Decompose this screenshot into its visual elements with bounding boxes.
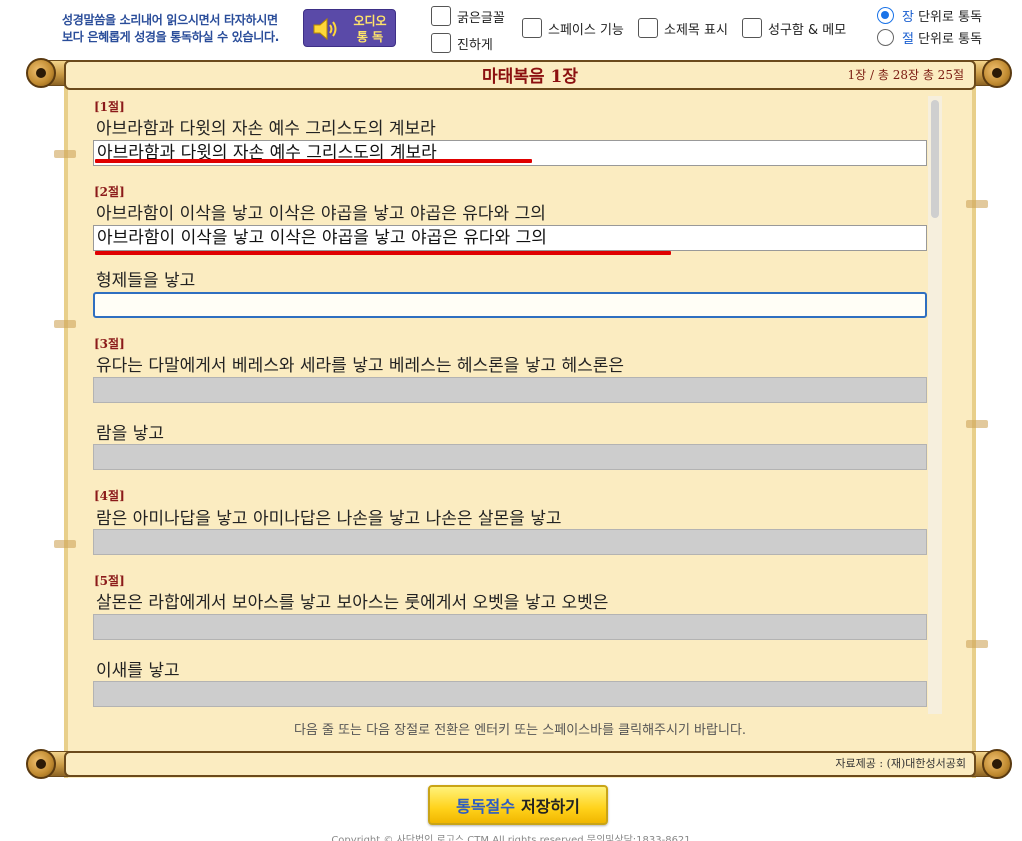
chapter-title: 마태복음 1장 xyxy=(482,67,578,87)
verse-list-scrollbar[interactable] xyxy=(928,96,942,714)
verse-number: [1절] xyxy=(94,100,125,114)
typing-input-locked xyxy=(93,444,927,470)
darker-label: 진하게 xyxy=(457,37,493,53)
verse-number: [4절] xyxy=(94,489,125,503)
paper-edge-decoration xyxy=(54,540,76,548)
typing-input-locked xyxy=(93,377,927,403)
chapter-mode-key: 장 xyxy=(902,10,914,25)
save-label-verses: 통독절수 xyxy=(456,797,515,816)
promo-line-1: 성경말씀을 소리내어 읽으시면서 타자하시면 xyxy=(62,13,278,27)
verse-number: [3절] xyxy=(94,337,125,351)
typing-input-active[interactable] xyxy=(93,292,927,318)
scroll-knob-bottom-left xyxy=(26,749,56,779)
verse-mode-radio[interactable] xyxy=(877,29,894,46)
verse-list: [1절] 아브라함과 다윗의 자손 예수 그리스도의 계보라 아브라함과 다윗의… xyxy=(92,96,932,714)
typing-input-locked xyxy=(93,614,927,640)
source-credit: 자료제공 : (재)대한성서공회 xyxy=(835,757,966,770)
verse-number: [2절] xyxy=(94,185,125,199)
chapter-progress-info: 1장 / 총 28장 총 25절 xyxy=(847,68,965,82)
completed-underline xyxy=(95,251,671,255)
speaker-icon xyxy=(313,17,337,41)
darker-option[interactable]: 진하게 xyxy=(431,33,493,53)
copyright-text: Copyright © 사단법인 로고스 CTM All rights rese… xyxy=(331,835,691,841)
subtitle-checkbox[interactable] xyxy=(638,18,658,38)
bold-font-option[interactable]: 굵은글꼴 xyxy=(431,6,505,26)
memo-label: 성구함 & 메모 xyxy=(768,22,847,38)
save-progress-button[interactable]: 통독절수 저장하기 xyxy=(428,785,608,825)
chapter-mode-option[interactable]: 장 단위로 통독 xyxy=(877,6,982,25)
paper-edge-decoration xyxy=(966,640,988,648)
subtitle-option[interactable]: 소제목 표시 xyxy=(638,18,728,38)
navigation-hint: 다음 줄 또는 다음 장절로 전환은 엔터키 또는 스페이스바를 클릭해주시기 … xyxy=(293,723,747,738)
typing-input-done[interactable]: 아브라함이 이삭을 낳고 이삭은 야곱을 낳고 야곱은 유다와 그의 xyxy=(93,225,927,251)
scroll-knob-top-right xyxy=(982,58,1012,88)
verse-source-line: 람을 낳고 xyxy=(96,424,164,444)
verse-mode-option[interactable]: 절 단위로 통독 xyxy=(877,28,982,47)
chapter-mode-radio[interactable] xyxy=(877,7,894,24)
audio-label-top: 오디오 xyxy=(353,14,387,28)
verse-source-line: 이새를 낳고 xyxy=(96,661,180,681)
promo-line-2: 보다 은혜롭게 성경을 통독하실 수 있습니다. xyxy=(62,30,279,44)
reading-promo-text: 성경말씀을 소리내어 읽으시면서 타자하시면 보다 은혜롭게 성경을 통독하실 … xyxy=(62,12,279,46)
bold-font-label: 굵은글꼴 xyxy=(457,10,505,26)
scroll-knob-top-left xyxy=(26,58,56,88)
memo-option[interactable]: 성구함 & 메모 xyxy=(742,18,846,38)
verse-source-line: 아브라함과 다윗의 자손 예수 그리스도의 계보라 xyxy=(96,119,436,139)
space-function-option[interactable]: 스페이스 기능 xyxy=(522,18,624,38)
paper-edge-decoration xyxy=(54,150,76,158)
save-label-save: 저장하기 xyxy=(521,797,580,816)
scrollbar-thumb[interactable] xyxy=(931,100,939,218)
scroll-knob-bottom-right xyxy=(982,749,1012,779)
paper-edge-decoration xyxy=(54,320,76,328)
paper-edge-decoration xyxy=(966,200,988,208)
verse-source-line: 형제들을 낳고 xyxy=(96,271,196,291)
verse-source-line: 람은 아미나답을 낳고 아미나답은 나손을 낳고 나손은 살몬을 낳고 xyxy=(96,509,562,529)
typing-input-locked xyxy=(93,529,927,555)
verse-mode-key: 절 xyxy=(902,32,914,47)
audio-reading-button[interactable]: 오디오 통 독 xyxy=(303,9,396,47)
subtitle-label: 소제목 표시 xyxy=(664,22,728,38)
verse-source-line: 아브라함이 이삭을 낳고 이삭은 야곱을 낳고 야곱은 유다와 그의 xyxy=(96,204,546,224)
darker-checkbox[interactable] xyxy=(431,33,451,53)
verse-source-line: 유다는 다말에게서 베레스와 세라를 낳고 베레스는 헤스론을 낳고 헤스론은 xyxy=(96,356,625,376)
verse-mode-label: 단위로 통독 xyxy=(913,32,983,47)
chapter-mode-label: 단위로 통독 xyxy=(913,10,983,25)
audio-label-bottom: 통 독 xyxy=(356,30,384,44)
space-function-label: 스페이스 기능 xyxy=(548,22,624,38)
paper-edge-decoration xyxy=(966,420,988,428)
verse-number: [5절] xyxy=(94,574,125,588)
verse-source-line: 살몬은 라합에게서 보아스를 낳고 보아스는 룻에게서 오벳을 낳고 오벳은 xyxy=(96,593,609,613)
space-function-checkbox[interactable] xyxy=(522,18,542,38)
completed-underline xyxy=(95,159,532,163)
memo-checkbox[interactable] xyxy=(742,18,762,38)
bold-font-checkbox[interactable] xyxy=(431,6,451,26)
typing-input-locked xyxy=(93,681,927,707)
